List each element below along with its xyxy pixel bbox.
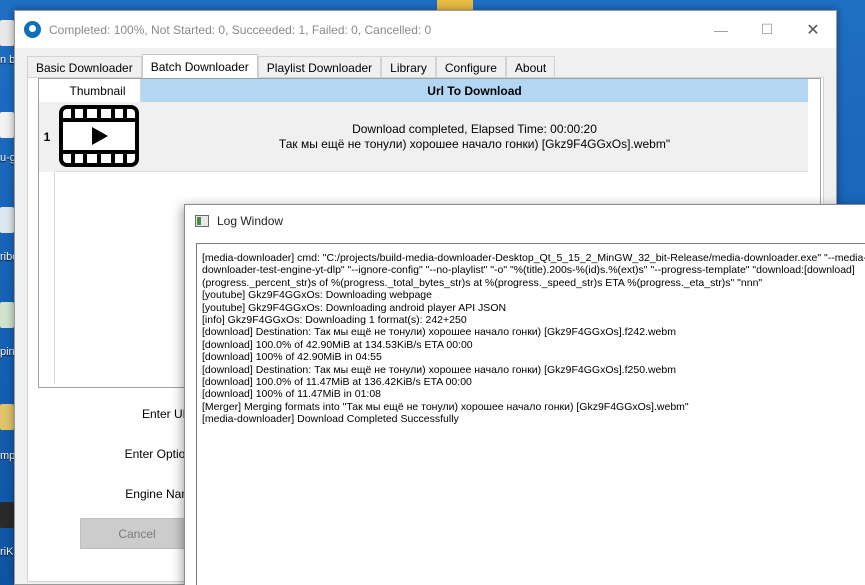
- video-file-icon: [59, 105, 139, 167]
- log-line: [youtube] Gkz9F4GGxOs: Downloading andro…: [202, 301, 507, 314]
- file-icon: [0, 112, 14, 138]
- column-header-thumbnail[interactable]: Thumbnail: [55, 79, 141, 102]
- log-title-bar[interactable]: Log Window: [185, 205, 865, 236]
- log-text-area[interactable]: [media-downloader] cmd: "C:/projects/bui…: [196, 243, 865, 585]
- column-header-url[interactable]: Url To Download: [141, 79, 808, 102]
- row-number[interactable]: 1: [39, 102, 55, 172]
- log-line: [download] Destination: Так мы ещё не то…: [202, 363, 676, 376]
- log-window-title: Log Window: [217, 213, 284, 228]
- log-line: [download] Destination: Так мы ещё не то…: [202, 326, 676, 339]
- table-row[interactable]: Download completed, Elapsed Time: 00:00:…: [55, 102, 808, 172]
- log-line: [info] Gkz9F4GGxOs: Downloading 1 format…: [202, 314, 467, 327]
- status-line: Download completed, Elapsed Time: 00:00:…: [352, 122, 597, 136]
- maximize-button[interactable]: ☐: [744, 11, 790, 48]
- table-corner: [39, 79, 55, 102]
- log-line: [download] 100.0% of 42.90MiB at 134.53K…: [202, 338, 473, 351]
- log-line: [Merger] Merging formats into "Так мы ещ…: [202, 400, 689, 413]
- log-window: Log Window [media-downloader] cmd: "C:/p…: [184, 204, 865, 585]
- log-line: [media-downloader] Download Completed Su…: [202, 413, 459, 426]
- tab-about[interactable]: About: [505, 56, 556, 78]
- file-icon: [0, 207, 14, 233]
- log-line: downloader-test-engine-yt-dlp" "--ignore…: [202, 264, 855, 277]
- tab-playlist-downloader[interactable]: Playlist Downloader: [257, 56, 382, 78]
- file-name-line: Так мы ещё не тонули) хорошее начало гон…: [278, 137, 671, 151]
- log-line: [media-downloader] cmd: "C:/projects/bui…: [202, 252, 865, 264]
- cancel-button[interactable]: Cancel: [80, 518, 194, 549]
- log-line: (progress._percent_str)s of %(progress._…: [202, 276, 763, 289]
- tab-bar: Basic Downloader Batch Downloader Playli…: [27, 54, 556, 78]
- log-line: [download] 100.0% of 11.47MiB at 136.42K…: [202, 376, 472, 389]
- tab-library[interactable]: Library: [381, 56, 436, 78]
- tab-basic-downloader[interactable]: Basic Downloader: [27, 56, 142, 78]
- tab-configure[interactable]: Configure: [435, 56, 506, 78]
- title-bar[interactable]: Completed: 100%, Not Started: 0, Succeed…: [15, 11, 836, 48]
- log-line: [download] 100% of 42.90MiB in 04:55: [202, 351, 382, 364]
- desktop-icon-label: pin: [0, 346, 15, 358]
- minimize-button[interactable]: —: [698, 11, 744, 48]
- folder-icon: [0, 404, 14, 430]
- window-title: Completed: 100%, Not Started: 0, Succeed…: [49, 22, 432, 37]
- app-icon: [0, 502, 14, 528]
- log-window-icon: [195, 214, 209, 227]
- log-line: [download] 100% of 11.47MiB in 01:08: [202, 388, 382, 401]
- tab-batch-downloader[interactable]: Batch Downloader: [141, 54, 258, 78]
- desktop-icon-label: n b: [0, 54, 16, 66]
- close-button[interactable]: ✕: [790, 11, 836, 48]
- desktop-icon-label: mp: [0, 450, 16, 462]
- log-line: [youtube] Gkz9F4GGxOs: Downloading webpa…: [202, 289, 432, 302]
- app-icon: [24, 21, 41, 38]
- file-icon: [0, 20, 14, 46]
- lock-file-icon: [0, 302, 14, 328]
- download-status: Download completed, Elapsed Time: 00:00:…: [141, 102, 808, 172]
